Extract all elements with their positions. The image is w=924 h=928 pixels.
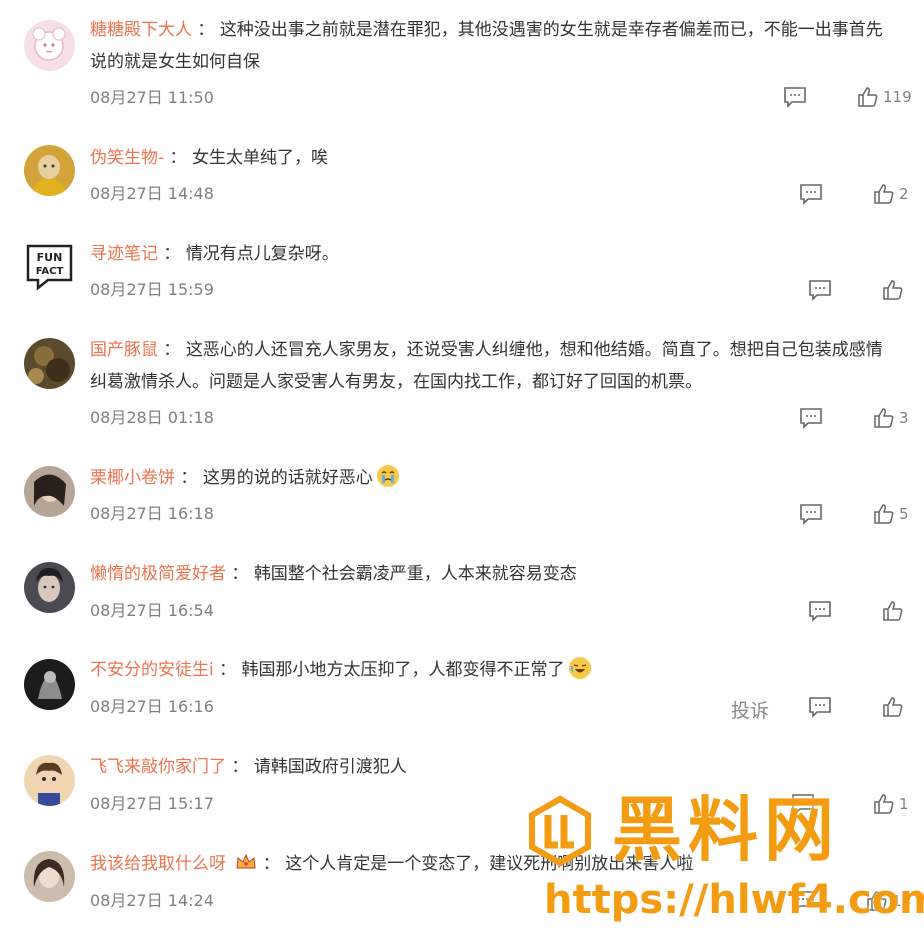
timestamp: 08月27日 14:48	[90, 184, 214, 203]
comment-body: 这男的说的话就好恶心	[202, 468, 373, 488]
username[interactable]: 糖糖殿下大人	[90, 20, 192, 40]
timestamp: 08月27日 16:16	[90, 697, 214, 716]
like-button[interactable]: 3	[873, 407, 909, 429]
crown-badge-icon	[235, 851, 257, 871]
timestamp: 08月27日 14:24	[90, 891, 214, 910]
comment-body: 韩国那小地方太压抑了，人都变得不正常了	[241, 660, 565, 680]
username[interactable]: 飞飞来敲你家门了	[90, 757, 226, 777]
like-count: 3	[899, 409, 909, 427]
comment-body: 韩国整个社会霸凌严重，人本来就容易变态	[253, 564, 577, 584]
comment-body: 女生太单纯了，唉	[191, 148, 328, 168]
comment-text: 伪笑生物- ： 女生太单纯了，唉	[90, 148, 328, 168]
thumbs-up-icon	[883, 697, 903, 717]
avatar[interactable]	[24, 466, 75, 517]
comment-text: 不安分的安徒生i ： 韩国那小地方太压抑了，人都变得不正常了	[90, 654, 924, 686]
timestamp: 08月27日 15:17	[90, 794, 214, 813]
crying-emoji-icon	[376, 465, 399, 487]
comment-body: 请韩国政府引渡犯人	[253, 757, 407, 777]
username[interactable]: 栗椰小卷饼	[90, 468, 175, 488]
like-button[interactable]	[882, 279, 904, 301]
thumbs-up-icon	[874, 794, 894, 814]
comment-bubble-icon[interactable]	[799, 407, 823, 429]
timestamp: 08月28日 01:18	[90, 408, 214, 427]
thumbs-up-icon	[883, 280, 903, 300]
comment-text: 飞飞来敲你家门了 ： 请韩国政府引渡犯人	[90, 757, 407, 777]
thumbs-up-icon	[858, 87, 878, 107]
comment-bubble-icon[interactable]	[783, 86, 807, 108]
comment-body-line2: 说的就是女生如何自保	[90, 52, 260, 72]
avatar[interactable]	[24, 851, 75, 902]
comment-bubble-icon[interactable]	[791, 890, 815, 912]
like-button[interactable]: 1	[873, 793, 909, 815]
comment-bubble-icon[interactable]	[808, 696, 832, 718]
like-button[interactable]: 5	[873, 503, 909, 525]
avatar[interactable]	[24, 562, 75, 613]
avatar[interactable]: FUN FACT	[24, 240, 75, 291]
like-button[interactable]	[882, 600, 904, 622]
comment-text: 国产豚鼠 ： 这恶心的人还冒充人家男友，还说受害人纠缠他，想和他结婚。简直了。想…	[90, 334, 924, 398]
like-count: 119	[883, 88, 912, 106]
avatar[interactable]	[24, 755, 75, 806]
username[interactable]: 寻迹笔记	[90, 244, 158, 264]
timestamp: 08月27日 11:50	[90, 88, 214, 107]
comment-bubble-icon[interactable]	[791, 793, 815, 815]
username[interactable]: 我该给我取什么呀	[90, 854, 226, 874]
svg-text:FACT: FACT	[36, 266, 64, 277]
avatar[interactable]	[24, 338, 75, 389]
comment-bubble-icon[interactable]	[808, 600, 832, 622]
comment-text: 栗椰小卷饼 ： 这男的说的话就好恶心	[90, 462, 924, 494]
comment-body: 这个人肯定是一个变态了，建议死刑啊别放出来害人啦	[285, 854, 694, 874]
comment-text: 寻迹笔记 ： 情况有点儿复杂呀。	[90, 244, 339, 264]
comment-bubble-icon[interactable]	[808, 279, 832, 301]
like-button[interactable]: 2	[873, 183, 909, 205]
like-button[interactable]: 119	[857, 86, 912, 108]
report-button[interactable]: 投诉	[731, 696, 769, 723]
like-count: 14	[892, 892, 912, 910]
thumbs-up-icon	[874, 504, 894, 524]
username[interactable]: 懒惰的极简爱好者	[90, 564, 226, 584]
username[interactable]: 伪笑生物-	[90, 148, 164, 168]
comment-body: 这恶心的人还冒充人家男友，还说受害人纠缠他，想和他结婚。简直了。想把自己包装成感…	[185, 340, 883, 360]
timestamp: 08月27日 15:59	[90, 280, 214, 299]
avatar[interactable]	[24, 20, 75, 71]
timestamp: 08月27日 16:54	[90, 601, 214, 620]
comment-body: 情况有点儿复杂呀。	[185, 244, 339, 264]
thumbs-up-icon	[874, 184, 894, 204]
username[interactable]: 不安分的安徒生i	[90, 660, 214, 680]
comment-text: 我该给我取什么呀 ： 这个人肯定是一个变态了，建议死刑啊别放出来害人啦	[90, 848, 924, 880]
avatar[interactable]	[24, 659, 75, 710]
like-count: 5	[899, 505, 909, 523]
like-count: 2	[899, 185, 909, 203]
like-button[interactable]	[882, 696, 904, 718]
thumbs-up-icon	[883, 601, 903, 621]
comment-text: 懒惰的极简爱好者 ： 韩国整个社会霸凌严重，人本来就容易变态	[90, 564, 577, 584]
comment-body: 这种没出事之前就是潜在罪犯，其他没遇害的女生就是幸存者偏差而已，不能一出事首先	[219, 20, 883, 40]
svg-text:FUN: FUN	[37, 251, 63, 264]
comment-bubble-icon[interactable]	[799, 183, 823, 205]
laughing-crying-emoji-icon	[568, 657, 591, 679]
username[interactable]: 国产豚鼠	[90, 340, 158, 360]
comment-text: 糖糖殿下大人 ： 这种没出事之前就是潜在罪犯，其他没遇害的女生就是幸存者偏差而已…	[90, 14, 924, 78]
thumbs-up-icon	[867, 891, 887, 911]
comment-body-line2: 纠葛激情杀人。问题是人家受害人有男友，在国内找工作，都订好了回国的机票。	[90, 372, 702, 392]
thumbs-up-icon	[874, 408, 894, 428]
like-count: 1	[899, 795, 909, 813]
timestamp: 08月27日 16:18	[90, 504, 214, 523]
avatar[interactable]	[24, 145, 75, 196]
like-button[interactable]: 14	[866, 890, 911, 912]
comment-bubble-icon[interactable]	[799, 503, 823, 525]
